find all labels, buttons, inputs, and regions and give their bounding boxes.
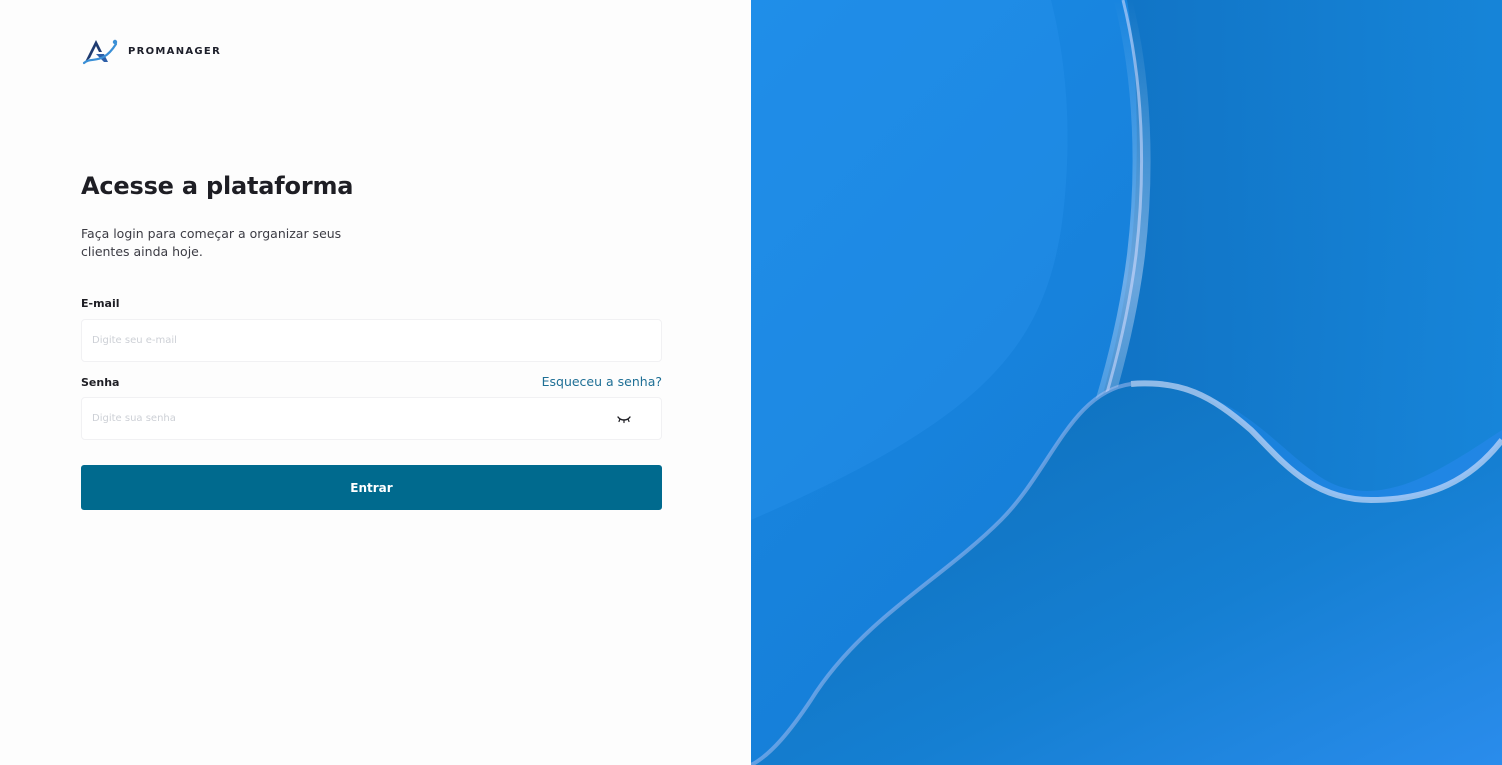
password-field-container	[81, 397, 662, 440]
page-subtitle: Faça login para começar a organizar seus…	[81, 226, 342, 259]
password-input[interactable]	[82, 398, 661, 439]
email-field-container	[81, 319, 662, 362]
page-title: Acesse a plataforma	[81, 172, 354, 200]
eye-closed-icon[interactable]	[617, 413, 631, 425]
forgot-password-link[interactable]: Esqueceu a senha?	[542, 374, 662, 389]
email-label: E-mail	[81, 297, 120, 310]
decorative-art-panel	[751, 0, 1502, 765]
abstract-blue-waves	[751, 0, 1502, 765]
promanager-logo-icon	[82, 39, 118, 65]
password-label: Senha	[81, 376, 120, 389]
login-button[interactable]: Entrar	[81, 465, 662, 510]
email-input[interactable]	[82, 320, 661, 361]
login-page: PROMANAGER Acesse a plataforma Faça logi…	[0, 0, 1502, 765]
brand-name: PROMANAGER	[128, 45, 222, 57]
login-panel: PROMANAGER Acesse a plataforma Faça logi…	[0, 0, 751, 765]
brand-logo: PROMANAGER	[82, 36, 221, 66]
